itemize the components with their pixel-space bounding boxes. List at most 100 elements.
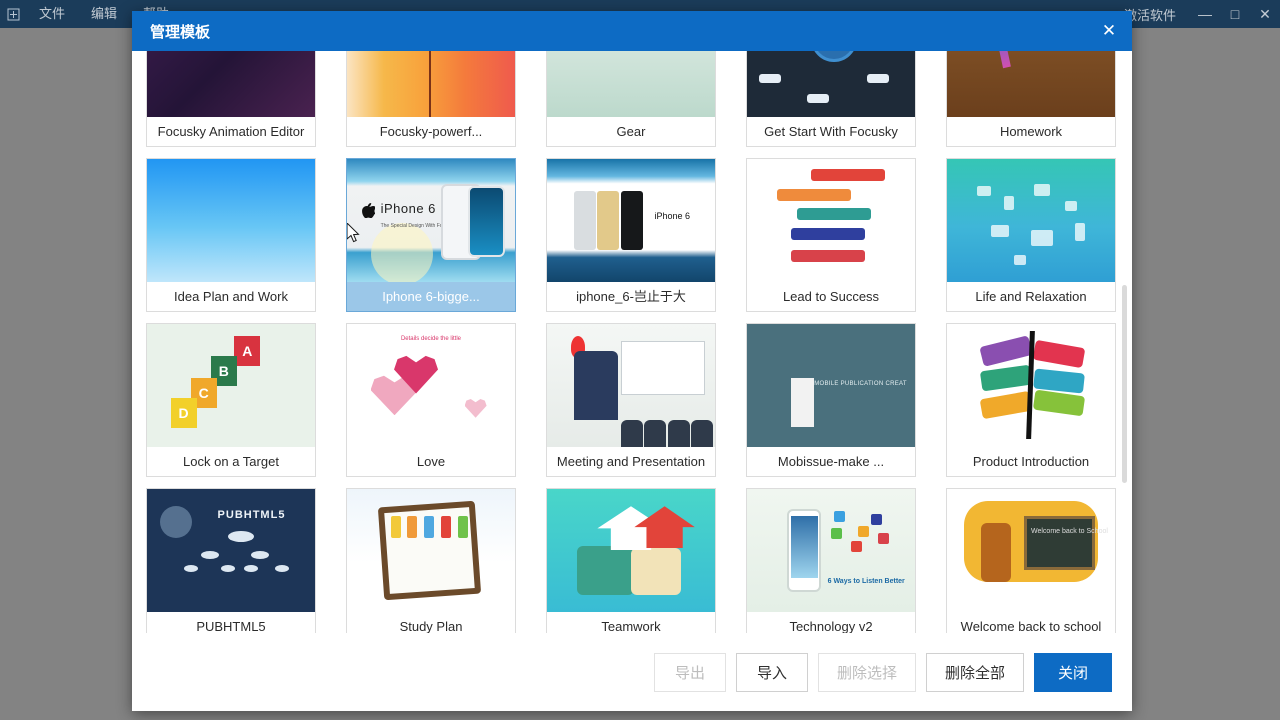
template-artwork: ABCD — [147, 324, 315, 447]
delete-all-button[interactable]: 删除全部 — [925, 652, 1024, 692]
template-card[interactable]: PUBHTML5 PUBHTML5 — [146, 488, 316, 633]
template-card-label: Welcome back to school — [960, 619, 1102, 633]
artwork-caption: PUBHTML5 — [217, 508, 286, 521]
template-thumbnail — [347, 489, 515, 612]
close-button[interactable]: 关闭 — [1034, 652, 1112, 692]
artwork-shape — [274, 565, 289, 573]
artwork-shape — [807, 94, 829, 103]
artwork-shape — [667, 419, 690, 447]
heart-icon — [464, 398, 487, 418]
template-card[interactable]: Details decide the little Love — [346, 323, 516, 477]
template-card[interactable]: Idea Plan and Work — [146, 158, 316, 312]
template-card-label: Technology v2 — [789, 619, 873, 633]
artwork-glow — [370, 222, 433, 282]
template-thumbnail — [947, 324, 1115, 447]
template-card[interactable]: A B C D Lock on a Target — [146, 323, 316, 477]
template-card-label: Iphone 6-bigge... — [382, 289, 480, 304]
template-artwork: MOBILE PUBLICATION CREAT — [747, 324, 915, 447]
artwork-shape — [790, 227, 865, 240]
artwork-caption: iPhone 6 — [380, 200, 436, 216]
artwork-shape — [790, 516, 818, 578]
template-thumbnail: PUBHTML5 — [147, 489, 315, 612]
template-card-label: Focusky Animation Editor — [157, 124, 305, 139]
template-card-label: PUBHTML5 — [196, 619, 266, 633]
template-artwork: Details decide the little — [347, 324, 515, 447]
template-artwork — [347, 51, 515, 117]
artwork-shape — [227, 530, 254, 542]
artwork-shape — [691, 419, 714, 447]
artwork-shape — [790, 378, 815, 428]
template-thumbnail — [747, 159, 915, 282]
template-scroll-area[interactable]: Animation Editor of Focusky Focusky Anima… — [132, 51, 1120, 633]
template-artwork: iPhone 6 The Special Design With Focusky … — [347, 159, 515, 282]
artwork-shape — [777, 188, 852, 201]
template-artwork — [947, 159, 1115, 282]
template-card[interactable]: Focusky-powerf... — [346, 51, 516, 147]
template-thumbnail — [347, 51, 515, 117]
artwork-shape — [390, 516, 401, 539]
template-thumbnail: Welcome back to School — [947, 489, 1115, 612]
template-card[interactable]: Get Start With Focusky — [746, 51, 916, 147]
template-card[interactable]: Animation Editor of Focusky Focusky Anima… — [146, 51, 316, 147]
template-card-label: Homework — [999, 124, 1063, 139]
template-card[interactable]: iPhone 6 iphone_6-岂止于大 — [546, 158, 716, 312]
template-card[interactable]: Product Introduction — [946, 323, 1116, 477]
template-card[interactable]: Life and Relaxation — [946, 158, 1116, 312]
template-artwork: Animation Editor of Focusky — [147, 51, 315, 117]
artwork-shape — [457, 516, 468, 539]
artwork-shape — [878, 533, 890, 545]
artwork-shape — [759, 74, 781, 83]
dialog-close-icon[interactable]: ✕ — [1086, 11, 1132, 51]
template-thumbnail: MOBILE PUBLICATION CREAT — [747, 324, 915, 447]
template-card[interactable]: 6 Ways to Listen Better Technology v2 — [746, 488, 916, 633]
gallery-scrollbar-thumb[interactable] — [1122, 285, 1127, 483]
artwork-shape — [1064, 200, 1077, 211]
artwork-shape — [867, 74, 889, 83]
artwork-shape — [978, 335, 1033, 368]
template-card[interactable]: iPhone 6 The Special Design With Focusky … — [346, 158, 516, 312]
template-thumbnail: ABCD — [147, 324, 315, 447]
template-card-label: Focusky-powerf... — [379, 124, 483, 139]
template-artwork — [747, 51, 915, 117]
template-card[interactable]: Homework — [946, 51, 1116, 147]
artwork-shape — [831, 528, 842, 540]
template-card[interactable]: Meeting and Presentation — [546, 323, 716, 477]
template-artwork: iPhone 6 — [547, 159, 715, 282]
import-button[interactable]: 导入 — [735, 652, 808, 692]
template-card-label: Lead to Success — [782, 289, 880, 304]
template-card-label: Product Introduction — [972, 454, 1090, 469]
artwork-shape — [573, 190, 596, 250]
template-card[interactable]: Gear — [546, 51, 716, 147]
template-card[interactable]: Welcome back to School Welcome back to sc… — [946, 488, 1116, 633]
template-artwork: 6 Ways to Listen Better — [747, 489, 915, 612]
artwork-letter: D — [170, 397, 197, 428]
template-card[interactable]: Teamwork — [546, 488, 716, 633]
artwork-shape — [467, 186, 505, 258]
template-card-label: Study Plan — [399, 619, 463, 633]
artwork-caption: Welcome back to School — [1031, 528, 1108, 536]
template-card-label: Gear — [616, 124, 646, 139]
artwork-shape — [790, 250, 865, 263]
artwork-shape — [577, 545, 635, 595]
template-card-label: Lock on a Target — [183, 454, 279, 469]
template-card-label: Teamwork — [601, 619, 661, 633]
gallery-scrollbar[interactable] — [1120, 51, 1130, 633]
artwork-caption: iPhone 6 — [654, 210, 691, 221]
artwork-shape — [424, 516, 435, 539]
artwork-shape — [1014, 254, 1027, 265]
artwork-shape — [244, 565, 259, 573]
artwork-shape — [1034, 183, 1051, 196]
artwork-shape — [990, 225, 1009, 238]
template-artwork — [547, 51, 715, 117]
artwork-caption: Details decide the little — [400, 336, 462, 343]
template-artwork — [547, 489, 715, 612]
template-card[interactable]: Lead to Success — [746, 158, 916, 312]
template-artwork: Welcome back to School — [947, 489, 1115, 612]
template-card[interactable]: MOBILE PUBLICATION CREAT Mobissue-make ..… — [746, 323, 916, 477]
artwork-shape — [597, 190, 620, 250]
artwork-shape — [834, 511, 846, 523]
template-thumbnail — [947, 51, 1115, 117]
artwork-shape — [977, 186, 992, 197]
artwork-shape — [851, 540, 863, 552]
template-card[interactable]: Study Plan — [346, 488, 516, 633]
